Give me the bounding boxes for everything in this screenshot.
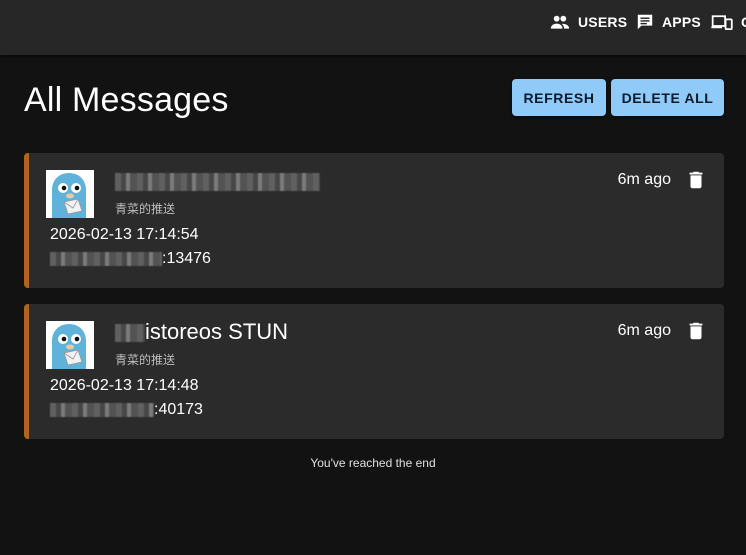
message-body: :40173 — [50, 401, 203, 419]
delete-all-button[interactable]: DELETE ALL — [611, 79, 724, 116]
message-app-name: 青菜的推送 — [115, 202, 176, 216]
trash-icon[interactable] — [685, 320, 707, 342]
redacted-text — [115, 324, 145, 343]
message-card: 青菜的推送 2026-02-13 17:14:54 :13476 6m ago — [24, 153, 724, 288]
message-body-text: :40173 — [154, 401, 203, 418]
nav-apps[interactable]: APPS — [636, 0, 701, 44]
message-app-name: 青菜的推送 — [115, 353, 176, 367]
devices-icon — [711, 15, 733, 30]
redacted-text — [50, 402, 154, 417]
nav-apps-label: APPS — [662, 14, 701, 30]
redacted-text — [50, 251, 162, 266]
nav-users[interactable]: USERS — [550, 0, 627, 44]
nav-clients[interactable]: C — [711, 0, 746, 44]
gopher-avatar — [46, 321, 94, 369]
message-datetime: 2026-02-13 17:14:54 — [50, 226, 199, 243]
message-title-text: istoreos STUN — [145, 319, 289, 344]
message-title: istoreos STUN — [115, 318, 288, 346]
top-bar: USERS APPS C — [0, 0, 746, 55]
message-body: :13476 — [50, 250, 211, 268]
message-body-text: :13476 — [162, 250, 211, 267]
message-age: 6m ago — [617, 171, 671, 188]
message-datetime: 2026-02-13 17:14:48 — [50, 377, 199, 394]
message-title — [115, 167, 320, 195]
nav-users-label: USERS — [578, 14, 628, 30]
gopher-avatar — [46, 170, 94, 218]
refresh-button[interactable]: REFRESH — [512, 79, 606, 116]
message-icon — [637, 14, 653, 30]
page-title: All Messages — [24, 81, 229, 119]
nav-clients-label: C — [741, 14, 746, 30]
redacted-text — [115, 173, 320, 192]
trash-icon[interactable] — [685, 169, 707, 191]
message-age: 6m ago — [617, 322, 671, 339]
message-card: istoreos STUN 青菜的推送 2026-02-13 17:14:48 … — [24, 304, 724, 439]
end-of-list-text: You've reached the end — [310, 456, 436, 470]
users-icon — [550, 15, 570, 29]
